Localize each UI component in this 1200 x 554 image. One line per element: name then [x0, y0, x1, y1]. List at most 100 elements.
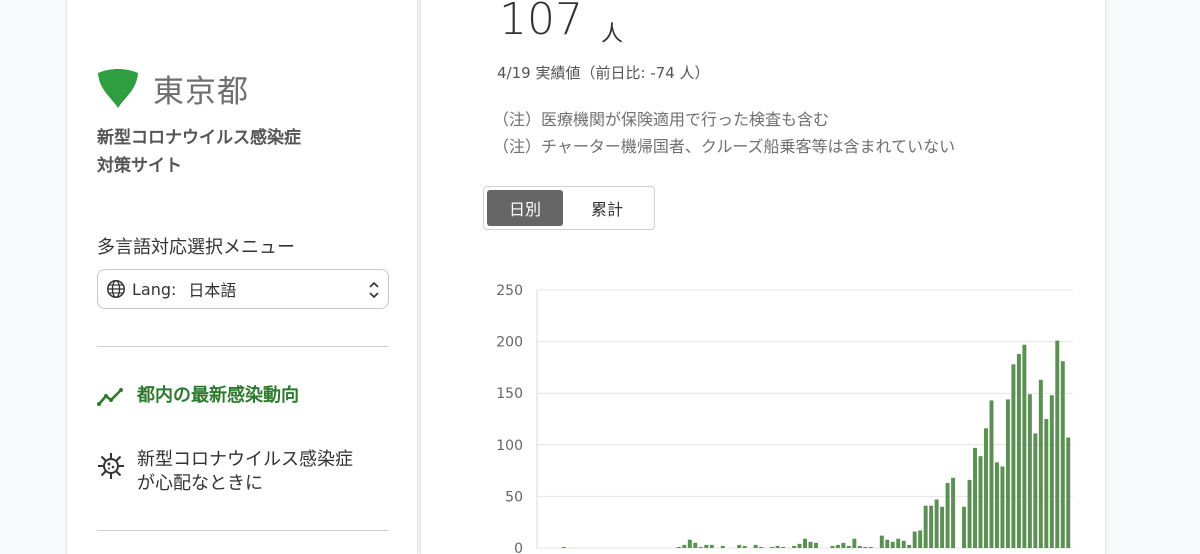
bar[interactable]: [835, 544, 840, 548]
bar[interactable]: [742, 545, 747, 548]
bar[interactable]: [857, 545, 862, 548]
bar[interactable]: [879, 535, 884, 548]
bar[interactable]: [813, 542, 818, 548]
bar[interactable]: [1000, 466, 1005, 548]
bar[interactable]: [1027, 394, 1032, 548]
daily-positive-bar-chart: 0 50 100 150 200 250: [496, 283, 1073, 554]
chevron-up-down-icon: [369, 281, 379, 299]
bar[interactable]: [781, 546, 786, 548]
main-card: 107 人 4/19 実績値（前日比: -74 人） （注）医療機関が保険適用で…: [420, 0, 1106, 554]
bar[interactable]: [984, 428, 988, 548]
bar[interactable]: [808, 541, 813, 548]
bar[interactable]: [561, 546, 566, 548]
bar[interactable]: [934, 499, 939, 549]
bar[interactable]: [1066, 437, 1071, 548]
bar[interactable]: [1055, 340, 1060, 548]
bar[interactable]: [896, 538, 901, 548]
bar[interactable]: [753, 544, 758, 548]
note-line: （注）医療機関が保険適用で行った検査も含む: [493, 110, 830, 129]
sidebar-item-label-line1: 新型コロナウイルス感染症: [137, 449, 353, 470]
language-select[interactable]: Lang: 日本語: [97, 269, 389, 309]
bar[interactable]: [841, 542, 846, 548]
bar[interactable]: [978, 456, 983, 548]
toggle-cumulative-button[interactable]: 累計: [563, 190, 651, 226]
y-tick-label: 150: [496, 386, 523, 402]
trend-line-icon: [97, 388, 123, 406]
bar[interactable]: [885, 539, 890, 548]
bar[interactable]: [951, 477, 956, 548]
tokyo-ginkgo-logo-icon: [98, 68, 138, 108]
language-select-value: 日本語: [188, 281, 237, 300]
bar[interactable]: [1016, 353, 1021, 548]
bar[interactable]: [994, 462, 999, 548]
bar[interactable]: [698, 546, 703, 548]
bar[interactable]: [890, 541, 895, 548]
bar[interactable]: [923, 505, 928, 548]
positive-count-unit: 人: [601, 22, 624, 47]
bar[interactable]: [687, 539, 692, 548]
bar[interactable]: [792, 545, 797, 548]
logo-text: 東京都: [153, 74, 249, 110]
bar[interactable]: [803, 538, 807, 548]
sidebar-divider: [97, 346, 389, 347]
bar[interactable]: [940, 506, 945, 548]
bar[interactable]: [720, 545, 725, 548]
bar[interactable]: [1060, 361, 1065, 548]
site-title-line1: 新型コロナウイルス感染症: [97, 128, 301, 148]
bar[interactable]: [737, 544, 742, 548]
bar[interactable]: [1033, 433, 1038, 548]
sidebar-item-label: 新型コロナウイルス感染症 が心配なときに: [137, 448, 353, 496]
virus-icon: [98, 453, 124, 479]
sidebar-item-worried[interactable]: 新型コロナウイルス感染症 が心配なときに: [97, 448, 353, 496]
bar[interactable]: [709, 544, 714, 548]
site-title-line2: 対策サイト: [97, 156, 182, 176]
bar[interactable]: [775, 545, 780, 548]
bar[interactable]: [989, 400, 994, 548]
bar[interactable]: [1038, 379, 1043, 548]
bar[interactable]: [830, 545, 835, 548]
y-tick-label: 100: [496, 438, 523, 454]
bar[interactable]: [901, 540, 906, 548]
y-tick-label: 0: [514, 541, 523, 554]
bar[interactable]: [918, 530, 923, 548]
site-title: 新型コロナウイルス感染症 対策サイト: [97, 124, 301, 180]
bar[interactable]: [973, 447, 977, 548]
y-tick-label: 200: [496, 335, 523, 351]
sidebar-item-latest-trends[interactable]: 都内の最新感染動向: [97, 382, 299, 410]
bar[interactable]: [967, 479, 972, 548]
note-line: （注）チャーター機帰国者、クルーズ船乗客等は含まれていない: [493, 137, 956, 156]
bar[interactable]: [945, 482, 950, 548]
globe-icon: [107, 280, 125, 298]
bar[interactable]: [676, 546, 681, 548]
bar[interactable]: [868, 546, 873, 548]
sidebar-divider: [97, 530, 389, 531]
y-tick-label: 50: [505, 489, 523, 505]
bar[interactable]: [1022, 344, 1027, 548]
bar[interactable]: [770, 546, 775, 548]
daily-cumulative-toggle: 日別 累計: [483, 186, 655, 230]
bar[interactable]: [1011, 364, 1016, 548]
bar[interactable]: [1049, 395, 1054, 548]
bar[interactable]: [1005, 399, 1010, 548]
bar[interactable]: [912, 531, 917, 548]
bar[interactable]: [704, 544, 709, 548]
count-date-diff: 4/19 実績値（前日比: -74 人）: [497, 64, 710, 82]
bar[interactable]: [863, 546, 868, 548]
y-tick-label: 250: [496, 283, 523, 299]
bar[interactable]: [929, 505, 934, 548]
positive-count-value: 107: [499, 0, 583, 45]
bar[interactable]: [759, 546, 764, 548]
bar[interactable]: [962, 506, 967, 548]
bar[interactable]: [797, 543, 802, 548]
bar[interactable]: [682, 544, 687, 548]
language-menu-heading: 多言語対応選択メニュー: [97, 237, 295, 258]
language-select-prefix: Lang:: [132, 279, 177, 299]
logo[interactable]: 東京都: [97, 66, 249, 111]
bar[interactable]: [1044, 419, 1049, 548]
bar[interactable]: [846, 545, 851, 548]
bar[interactable]: [693, 542, 698, 548]
toggle-daily-button[interactable]: 日別: [487, 190, 563, 226]
bar[interactable]: [852, 538, 857, 548]
sidebar-item-label-line2: が心配なときに: [137, 473, 263, 494]
bar[interactable]: [907, 544, 912, 548]
